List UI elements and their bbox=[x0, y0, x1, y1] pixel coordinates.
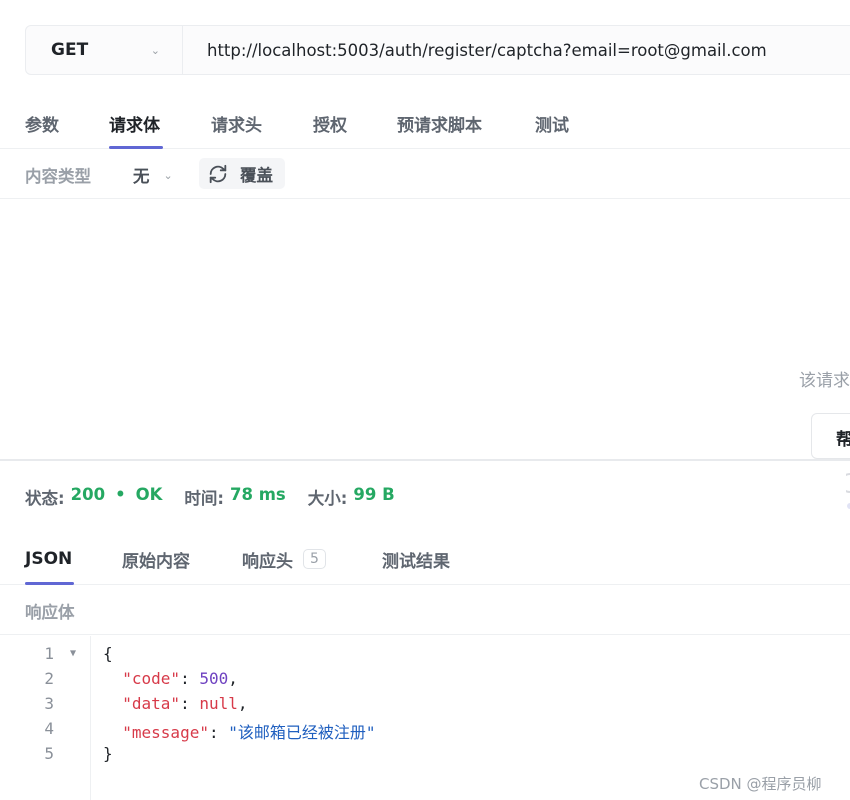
content-type-label: 内容类型 bbox=[25, 167, 91, 186]
size-label: 大小: bbox=[307, 489, 348, 508]
watermark: CSDN @程序员柳 bbox=[699, 775, 822, 793]
help-button[interactable]: 帮 bbox=[811, 413, 850, 459]
url-input[interactable] bbox=[183, 26, 850, 74]
open-brace: { bbox=[103, 644, 113, 663]
json-value: null bbox=[199, 694, 238, 713]
tab-raw-label: 原始内容 bbox=[122, 551, 190, 572]
json-key: "message" bbox=[122, 723, 209, 742]
status-text: OK bbox=[135, 485, 163, 504]
tab-body[interactable]: 请求体 bbox=[109, 100, 163, 149]
line-number: 3 bbox=[44, 694, 54, 713]
chevron-down-icon: ⌄ bbox=[163, 168, 173, 182]
line-number: 5 bbox=[44, 744, 54, 763]
line-number: 2 bbox=[44, 669, 54, 688]
tab-params[interactable]: 参数 bbox=[25, 100, 63, 148]
content-type-value: 无 bbox=[133, 167, 150, 186]
status-code: 200 bbox=[70, 485, 106, 504]
tab-headers[interactable]: 请求头 bbox=[211, 100, 262, 148]
content-type-select[interactable]: 无 ⌄ bbox=[133, 163, 173, 187]
request-body-empty-state: 该请求 帮 bbox=[0, 200, 850, 509]
override-label: 覆盖 bbox=[240, 165, 273, 185]
tab-response-headers-label: 响应头 bbox=[242, 551, 293, 572]
tab-response-headers[interactable]: 响应头 5 bbox=[242, 534, 326, 584]
code-line: "code": 500, bbox=[122, 669, 238, 688]
json-key: "code" bbox=[122, 669, 181, 688]
method-select[interactable]: GET ⌄ bbox=[26, 26, 183, 74]
json-key: "data" bbox=[122, 694, 181, 713]
status-dot-icon: • bbox=[115, 485, 126, 504]
refresh-icon bbox=[209, 164, 227, 183]
code-line: { bbox=[103, 644, 113, 663]
body-toolbar: 内容类型 无 ⌄ 覆盖 bbox=[0, 149, 850, 199]
status-label: 状态: bbox=[25, 489, 65, 508]
request-tabs: 参数 请求体 请求头 授权 预请求脚本 测试 bbox=[0, 100, 850, 149]
time-value: 78 ms bbox=[230, 485, 286, 504]
fold-arrow-icon[interactable]: ▼ bbox=[70, 648, 76, 659]
code-line: "message": "该邮箱已经被注册" bbox=[122, 723, 376, 742]
override-button[interactable]: 覆盖 bbox=[199, 158, 285, 189]
line-number-gutter: 1 ▼ 2 3 4 5 bbox=[0, 636, 91, 800]
code-line: "data": null, bbox=[122, 694, 248, 713]
time-label: 时间: bbox=[184, 489, 225, 508]
tab-test-results[interactable]: 测试结果 bbox=[382, 534, 450, 584]
line-number: 4 bbox=[44, 719, 54, 738]
close-brace: } bbox=[103, 744, 113, 763]
size-value: 99 B bbox=[353, 485, 395, 504]
response-body-label: 响应体 bbox=[25, 603, 75, 622]
chevron-down-icon: ⌄ bbox=[150, 43, 160, 57]
pane-divider[interactable] bbox=[0, 459, 850, 461]
tab-test-results-label: 测试结果 bbox=[382, 551, 450, 572]
response-body-header: 响应体 bbox=[0, 586, 850, 635]
tab-tests[interactable]: 测试 bbox=[535, 100, 569, 148]
empty-state-message: 该请求 bbox=[799, 371, 850, 391]
tab-pre-request-script[interactable]: 预请求脚本 bbox=[397, 100, 482, 148]
request-url-bar: GET ⌄ bbox=[25, 25, 850, 75]
headers-count-badge: 5 bbox=[303, 549, 326, 569]
method-label: GET bbox=[51, 40, 89, 60]
line-number: 1 bbox=[44, 644, 54, 663]
code-line: } bbox=[103, 744, 113, 763]
json-value: "该邮箱已经被注册" bbox=[228, 723, 376, 742]
empty-state-illustration bbox=[846, 473, 850, 509]
json-value: 500 bbox=[199, 669, 229, 688]
response-status-line: 状态: 200 • OK 时间: 78 ms 大小: 99 B bbox=[25, 485, 395, 509]
tab-json-label: JSON bbox=[25, 549, 73, 569]
response-tabs: JSON 原始内容 响应头 5 测试结果 bbox=[0, 534, 850, 585]
tab-auth[interactable]: 授权 bbox=[313, 100, 347, 148]
tab-json[interactable]: JSON bbox=[25, 534, 74, 585]
tab-raw[interactable]: 原始内容 bbox=[122, 534, 190, 584]
